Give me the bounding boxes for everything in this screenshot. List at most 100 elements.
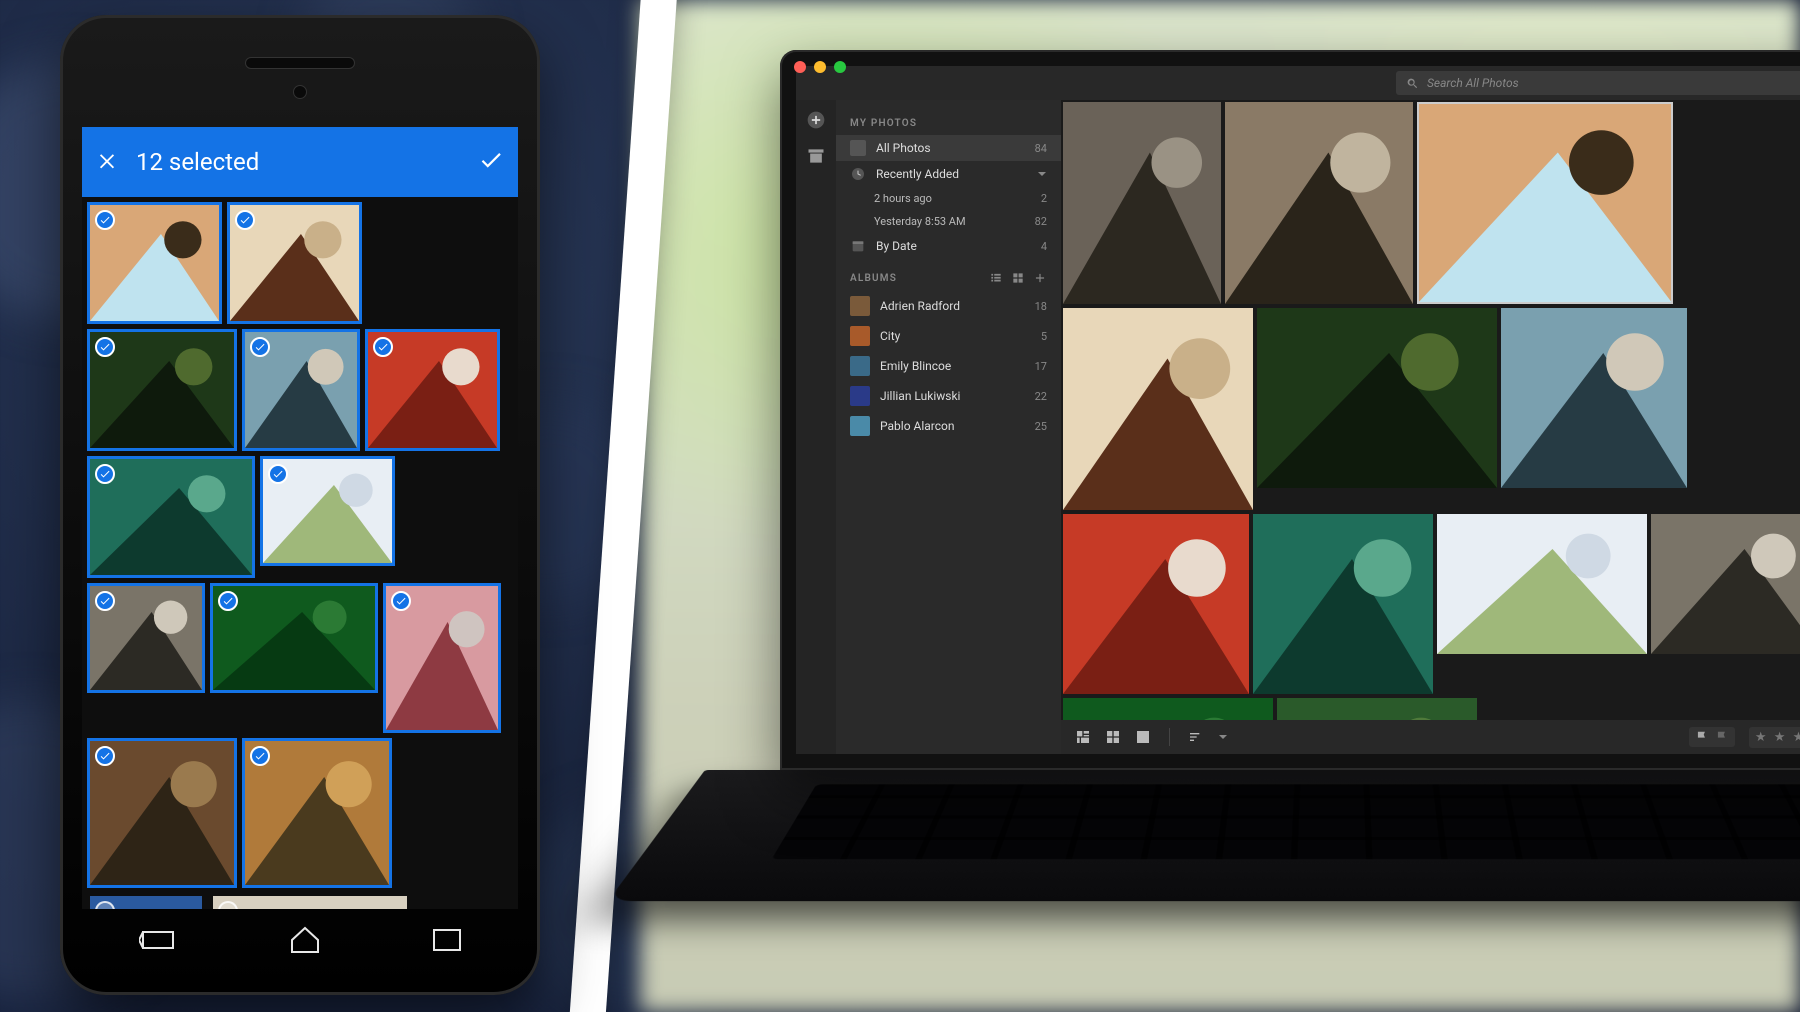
stars-display: ★ ★ ★ ★ ★ (1755, 730, 1800, 745)
maximize-window-dot[interactable] (834, 61, 846, 73)
thumb-red-wall-window[interactable] (365, 329, 500, 451)
gallery-thumb-people-on-bench-tv-billboard[interactable] (1063, 308, 1253, 510)
gallery-thumb-red-wall-window[interactable] (1063, 514, 1249, 694)
selection-appbar: 12 selected (82, 127, 518, 197)
gallery-thumb-leaping-person-sunset[interactable] (1417, 102, 1673, 304)
close-window-dot[interactable] (794, 61, 806, 73)
add-album-icon[interactable] (1033, 271, 1047, 285)
selection-check-icon (250, 746, 270, 766)
laptop-device-frame: Search All Photos MY PHOTOS All Photos 8… (780, 50, 1800, 770)
album-pablo-alarcon[interactable]: Pablo Alarcon 25 (836, 411, 1061, 441)
thumb-green-wall-person[interactable] (87, 456, 255, 578)
my-photos-header: MY PHOTOS (836, 110, 1061, 135)
gallery-thumb-greens-in-skillet[interactable] (1257, 308, 1497, 488)
selection-check-icon (235, 210, 255, 230)
sidebar-time-group[interactable]: 2 hours ago2 (836, 187, 1061, 210)
grid-view-icon[interactable] (1105, 729, 1121, 745)
album-thumb (850, 356, 870, 376)
chevron-down-icon[interactable] (1218, 732, 1228, 742)
selection-count-label: 12 selected (136, 148, 460, 176)
laptop-keyboard (608, 770, 1800, 901)
selection-check-icon (95, 746, 115, 766)
front-camera (293, 85, 307, 99)
gallery-thumb-coffee-blueberries-green[interactable] (1063, 698, 1273, 720)
single-view-icon[interactable] (1135, 729, 1151, 745)
thumb-bedroom-plants[interactable] (210, 893, 410, 909)
phone-speaker (245, 57, 355, 69)
album-thumb (850, 296, 870, 316)
album-thumb (850, 416, 870, 436)
photo-grid[interactable] (82, 197, 518, 909)
phone-device-frame: 12 selected (60, 15, 540, 995)
thumb-street-lined-brownstones[interactable] (87, 738, 237, 888)
mosaic-view-icon[interactable] (1075, 729, 1091, 745)
selection-check-icon (95, 337, 115, 357)
selection-check-icon (95, 591, 115, 611)
home-icon[interactable] (290, 926, 320, 958)
sidebar-item-recently-added[interactable]: Recently Added (836, 161, 1061, 187)
sidebar-item-all-photos[interactable]: All Photos 84 (836, 135, 1061, 161)
gallery-thumb-woman-crouching-city[interactable] (1225, 102, 1413, 304)
thumb-cotton-flower-field[interactable] (260, 456, 395, 566)
albums-header: ALBUMS (836, 259, 1061, 291)
sidebar-time-group[interactable]: Yesterday 8:53 AM82 (836, 210, 1061, 233)
grid-view-icon[interactable] (1011, 271, 1025, 285)
album-thumb (850, 326, 870, 346)
gallery-thumb-man-on-hydrant[interactable] (1063, 102, 1221, 304)
list-view-icon[interactable] (989, 271, 1003, 285)
sidebar-item-by-date[interactable]: By Date 4 (836, 233, 1061, 259)
gallery-grid[interactable] (1061, 100, 1800, 720)
search-input[interactable]: Search All Photos (1396, 71, 1800, 95)
close-icon[interactable] (96, 149, 118, 175)
album-thumb (850, 386, 870, 406)
star-rating-filter[interactable]: ★ ★ ★ ★ ★ (1749, 727, 1800, 748)
gallery-thumb-portrait-woman-glasses[interactable] (1651, 514, 1800, 654)
all-photos-icon (850, 140, 866, 156)
calendar-icon (850, 238, 866, 254)
selection-check-icon (268, 464, 288, 484)
thumb-pink-door[interactable] (383, 583, 501, 733)
clock-icon (850, 166, 866, 182)
thumb-portrait-woman-glasses[interactable] (87, 583, 205, 693)
search-placeholder: Search All Photos (1427, 76, 1519, 90)
selection-check-icon (218, 591, 238, 611)
selection-check-icon (373, 337, 393, 357)
chevron-down-icon (1037, 169, 1047, 179)
bottom-toolbar: ★ ★ ★ ★ ★ (1061, 720, 1800, 754)
search-icon (1406, 77, 1419, 90)
app-window: Search All Photos MY PHOTOS All Photos 8… (796, 66, 1800, 754)
phone-top-bezel (60, 15, 540, 123)
confirm-check-icon[interactable] (478, 147, 504, 177)
thumb-coffee-blueberries-green[interactable] (210, 583, 378, 693)
top-toolbar: Search All Photos (796, 66, 1800, 100)
recents-icon[interactable] (433, 929, 461, 955)
thumb-blue-car-mural[interactable] (87, 893, 205, 909)
thumb-people-on-bench-tv-billboard[interactable] (227, 202, 362, 324)
selection-check-icon (95, 210, 115, 230)
selection-check-icon (250, 337, 270, 357)
left-rail (796, 100, 836, 754)
selection-check-icon (391, 591, 411, 611)
album-emily-blincoe[interactable]: Emily Blincoe 17 (836, 351, 1061, 381)
gallery-thumb-cotton-flower-field[interactable] (1437, 514, 1647, 654)
phone-screen: 12 selected (82, 127, 518, 909)
album-adrien-radford[interactable]: Adrien Radford 18 (836, 291, 1061, 321)
flag-pick-icon (1695, 730, 1709, 744)
add-icon[interactable] (806, 110, 826, 130)
album-city[interactable]: City 5 (836, 321, 1061, 351)
flag-filter[interactable] (1689, 727, 1735, 747)
back-icon[interactable] (139, 928, 177, 956)
thumb-street-autumn-trees[interactable] (242, 738, 392, 888)
archive-icon[interactable] (806, 146, 826, 166)
thumb-leaping-person-sunset[interactable] (87, 202, 222, 324)
thumb-kitchen-interior-blue[interactable] (242, 329, 360, 451)
sidebar: MY PHOTOS All Photos 84 Recently Added 2… (836, 100, 1061, 754)
album-jillian-lukiwski[interactable]: Jillian Lukiwski 22 (836, 381, 1061, 411)
thumb-greens-in-skillet[interactable] (87, 329, 237, 451)
flag-reject-icon (1715, 730, 1729, 744)
sort-icon[interactable] (1188, 729, 1204, 745)
gallery-thumb-green-wall-person[interactable] (1253, 514, 1433, 694)
gallery-thumb-moss-rock[interactable] (1277, 698, 1477, 720)
gallery-thumb-kitchen-interior-blue[interactable] (1501, 308, 1687, 488)
minimize-window-dot[interactable] (814, 61, 826, 73)
